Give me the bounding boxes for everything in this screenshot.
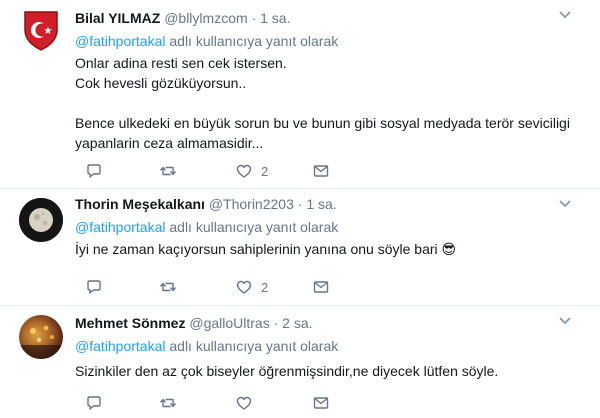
chevron-down-icon[interactable]: [557, 9, 573, 21]
timestamp[interactable]: 1 sa.: [260, 10, 290, 26]
user-handle[interactable]: @galloUltras: [189, 315, 269, 331]
retweet-icon: [160, 282, 176, 292]
tweet: Mehmet Sönmez @galloUltras · 2 sa. @fati…: [0, 306, 600, 418]
sunglasses-emoji: 😎: [441, 241, 457, 257]
crowd-flares-image: [19, 325, 63, 359]
retweet-button[interactable]: [159, 277, 177, 297]
direct-message-button[interactable]: [312, 393, 330, 413]
tweet-text: Onlar adina resti sen cek istersen. Cok …: [75, 53, 575, 153]
moon-image: [19, 198, 63, 242]
separator-dot: ·: [297, 196, 303, 212]
tweet-text: İyi ne zaman kaçıyorsun sahiplerinin yan…: [75, 239, 575, 259]
reply-context: @fatihportakal adlı kullanıcıya yanıt ol…: [75, 219, 338, 235]
reply-button[interactable]: [85, 161, 103, 181]
user-handle[interactable]: @bllylmzcom: [164, 10, 247, 26]
direct-message-button[interactable]: [312, 277, 330, 297]
retweet-icon: [160, 166, 176, 176]
reply-icon: [87, 164, 101, 178]
tweet-line: Cok hevesli gözüküyorsun..: [75, 75, 247, 91]
tweet: Bilal YILMAZ @bllylmzcom · 1 sa. @fatihp…: [0, 0, 600, 189]
display-name[interactable]: Thorin Meşekalkanı: [75, 196, 205, 212]
separator-dot: ·: [251, 10, 257, 26]
direct-message-icon: [313, 165, 329, 177]
retweet-icon: [160, 398, 176, 408]
tweet: Thorin Meşekalkanı @Thorin2203 · 1 sa. @…: [0, 189, 600, 306]
crest-logo: [24, 11, 58, 51]
display-name[interactable]: Mehmet Sönmez: [75, 315, 185, 331]
tweet-line: İyi ne zaman kaçıyorsun sahiplerinin yan…: [75, 239, 575, 259]
tweet-line: Bence ulkedeki en büyük sorun bu ve bunu…: [75, 115, 570, 151]
timestamp[interactable]: 2 sa.: [282, 315, 312, 331]
like-button[interactable]: [235, 393, 253, 413]
tweet-header: Thorin Meşekalkanı @Thorin2203 · 1 sa.: [75, 196, 337, 212]
tweet-header: Mehmet Sönmez @galloUltras · 2 sa.: [75, 315, 313, 331]
like-count: 2: [261, 279, 269, 295]
tweet-line-text: İyi ne zaman kaçıyorsun sahiplerinin yan…: [75, 241, 438, 257]
direct-message-icon: [313, 281, 329, 293]
reply-context: @fatihportakal adlı kullanıcıya yanıt ol…: [75, 33, 338, 49]
chevron-down-icon[interactable]: [557, 315, 573, 327]
avatar[interactable]: [19, 8, 63, 52]
reply-icon: [87, 396, 101, 410]
tweet-line: Sizinkiler den az çok biseyler öğrenmişs…: [75, 363, 499, 379]
reply-context-text: adlı kullanıcıya yanıt olarak: [165, 33, 339, 49]
avatar[interactable]: [19, 198, 63, 242]
tweet-text: Sizinkiler den az çok biseyler öğrenmişs…: [75, 361, 575, 381]
mention-link[interactable]: @fatihportakal: [75, 219, 165, 235]
display-name[interactable]: Bilal YILMAZ: [75, 10, 160, 26]
reply-button[interactable]: [85, 393, 103, 413]
tweet-header: Bilal YILMAZ @bllylmzcom · 1 sa.: [75, 10, 290, 26]
heart-icon: [236, 396, 252, 410]
retweet-button[interactable]: [159, 393, 177, 413]
separator-dot: ·: [273, 315, 279, 331]
like-button[interactable]: 2: [235, 277, 268, 297]
retweet-button[interactable]: [159, 161, 177, 181]
avatar[interactable]: [19, 315, 63, 359]
like-count: 2: [261, 163, 269, 179]
like-button[interactable]: 2: [235, 161, 268, 181]
direct-message-icon: [313, 397, 329, 409]
mention-link[interactable]: @fatihportakal: [75, 33, 165, 49]
reply-context-text: adlı kullanıcıya yanıt olarak: [165, 219, 339, 235]
timestamp[interactable]: 1 sa.: [306, 196, 336, 212]
reply-context-text: adlı kullanıcıya yanıt olarak: [165, 338, 339, 354]
tweet-line: Onlar adina resti sen cek istersen.: [75, 55, 287, 71]
heart-icon: [236, 280, 252, 294]
reply-button[interactable]: [85, 277, 103, 297]
heart-icon: [236, 164, 252, 178]
reply-context: @fatihportakal adlı kullanıcıya yanıt ol…: [75, 338, 338, 354]
reply-icon: [87, 280, 101, 294]
chevron-down-icon[interactable]: [557, 198, 573, 210]
tweet-line: [75, 93, 575, 113]
mention-link[interactable]: @fatihportakal: [75, 338, 165, 354]
user-handle[interactable]: @Thorin2203: [209, 196, 294, 212]
direct-message-button[interactable]: [312, 161, 330, 181]
